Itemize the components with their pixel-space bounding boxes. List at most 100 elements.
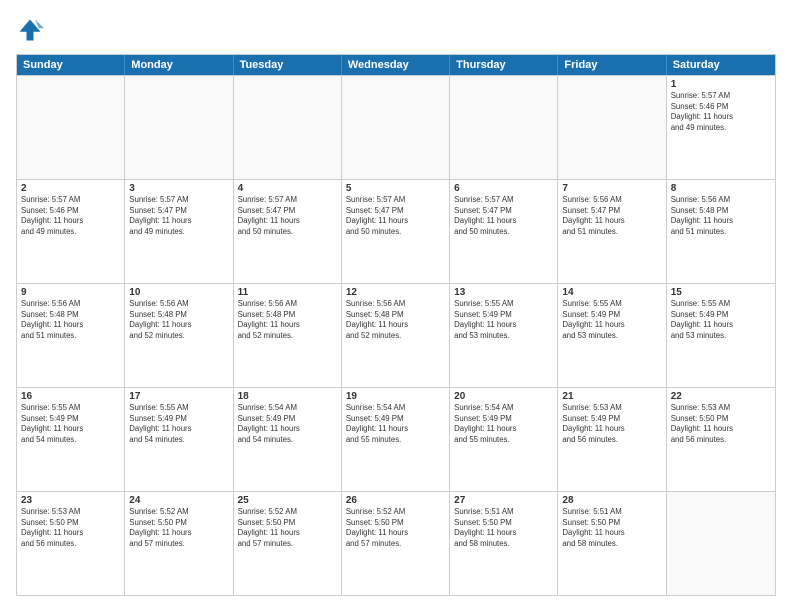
calendar-cell: 23Sunrise: 5:53 AMSunset: 5:50 PMDayligh…: [17, 492, 125, 595]
calendar-cell: 9Sunrise: 5:56 AMSunset: 5:48 PMDaylight…: [17, 284, 125, 387]
day-info: Sunrise: 5:57 AMSunset: 5:47 PMDaylight:…: [454, 195, 553, 237]
day-number: 8: [671, 183, 771, 194]
calendar-cell: 16Sunrise: 5:55 AMSunset: 5:49 PMDayligh…: [17, 388, 125, 491]
day-info: Sunrise: 5:56 AMSunset: 5:47 PMDaylight:…: [562, 195, 661, 237]
day-number: 18: [238, 391, 337, 402]
calendar-cell: 8Sunrise: 5:56 AMSunset: 5:48 PMDaylight…: [667, 180, 775, 283]
calendar-cell: [342, 76, 450, 179]
calendar-cell: [450, 76, 558, 179]
calendar-cell: 3Sunrise: 5:57 AMSunset: 5:47 PMDaylight…: [125, 180, 233, 283]
calendar-cell: 17Sunrise: 5:55 AMSunset: 5:49 PMDayligh…: [125, 388, 233, 491]
calendar-cell: 12Sunrise: 5:56 AMSunset: 5:48 PMDayligh…: [342, 284, 450, 387]
calendar-cell: 26Sunrise: 5:52 AMSunset: 5:50 PMDayligh…: [342, 492, 450, 595]
day-info: Sunrise: 5:55 AMSunset: 5:49 PMDaylight:…: [129, 403, 228, 445]
calendar-cell: 18Sunrise: 5:54 AMSunset: 5:49 PMDayligh…: [234, 388, 342, 491]
calendar-cell: 7Sunrise: 5:56 AMSunset: 5:47 PMDaylight…: [558, 180, 666, 283]
calendar-cell: [234, 76, 342, 179]
calendar-cell: 14Sunrise: 5:55 AMSunset: 5:49 PMDayligh…: [558, 284, 666, 387]
calendar-cell: 4Sunrise: 5:57 AMSunset: 5:47 PMDaylight…: [234, 180, 342, 283]
calendar-cell: 25Sunrise: 5:52 AMSunset: 5:50 PMDayligh…: [234, 492, 342, 595]
day-info: Sunrise: 5:56 AMSunset: 5:48 PMDaylight:…: [21, 299, 120, 341]
calendar-cell: 2Sunrise: 5:57 AMSunset: 5:46 PMDaylight…: [17, 180, 125, 283]
day-info: Sunrise: 5:57 AMSunset: 5:47 PMDaylight:…: [346, 195, 445, 237]
day-number: 11: [238, 287, 337, 298]
day-number: 14: [562, 287, 661, 298]
calendar-cell: 11Sunrise: 5:56 AMSunset: 5:48 PMDayligh…: [234, 284, 342, 387]
header-day-monday: Monday: [125, 55, 233, 75]
day-info: Sunrise: 5:56 AMSunset: 5:48 PMDaylight:…: [129, 299, 228, 341]
calendar-cell: 22Sunrise: 5:53 AMSunset: 5:50 PMDayligh…: [667, 388, 775, 491]
calendar-cell: 6Sunrise: 5:57 AMSunset: 5:47 PMDaylight…: [450, 180, 558, 283]
day-number: 22: [671, 391, 771, 402]
calendar-cell: [667, 492, 775, 595]
day-number: 26: [346, 495, 445, 506]
calendar-cell: [558, 76, 666, 179]
day-number: 25: [238, 495, 337, 506]
calendar: SundayMondayTuesdayWednesdayThursdayFrid…: [16, 54, 776, 596]
day-info: Sunrise: 5:53 AMSunset: 5:50 PMDaylight:…: [21, 507, 120, 549]
calendar-cell: 19Sunrise: 5:54 AMSunset: 5:49 PMDayligh…: [342, 388, 450, 491]
day-number: 15: [671, 287, 771, 298]
calendar-header: SundayMondayTuesdayWednesdayThursdayFrid…: [17, 55, 775, 75]
day-info: Sunrise: 5:55 AMSunset: 5:49 PMDaylight:…: [21, 403, 120, 445]
calendar-row-1: 1Sunrise: 5:57 AMSunset: 5:46 PMDaylight…: [17, 75, 775, 179]
day-number: 16: [21, 391, 120, 402]
day-number: 9: [21, 287, 120, 298]
calendar-row-5: 23Sunrise: 5:53 AMSunset: 5:50 PMDayligh…: [17, 491, 775, 595]
calendar-row-4: 16Sunrise: 5:55 AMSunset: 5:49 PMDayligh…: [17, 387, 775, 491]
day-number: 17: [129, 391, 228, 402]
day-info: Sunrise: 5:56 AMSunset: 5:48 PMDaylight:…: [346, 299, 445, 341]
calendar-cell: 20Sunrise: 5:54 AMSunset: 5:49 PMDayligh…: [450, 388, 558, 491]
day-number: 10: [129, 287, 228, 298]
day-number: 7: [562, 183, 661, 194]
day-number: 24: [129, 495, 228, 506]
calendar-cell: 1Sunrise: 5:57 AMSunset: 5:46 PMDaylight…: [667, 76, 775, 179]
day-number: 27: [454, 495, 553, 506]
day-info: Sunrise: 5:54 AMSunset: 5:49 PMDaylight:…: [346, 403, 445, 445]
calendar-cell: 24Sunrise: 5:52 AMSunset: 5:50 PMDayligh…: [125, 492, 233, 595]
day-number: 2: [21, 183, 120, 194]
day-info: Sunrise: 5:51 AMSunset: 5:50 PMDaylight:…: [454, 507, 553, 549]
header-day-thursday: Thursday: [450, 55, 558, 75]
day-number: 20: [454, 391, 553, 402]
calendar-cell: 21Sunrise: 5:53 AMSunset: 5:49 PMDayligh…: [558, 388, 666, 491]
day-info: Sunrise: 5:51 AMSunset: 5:50 PMDaylight:…: [562, 507, 661, 549]
page: SundayMondayTuesdayWednesdayThursdayFrid…: [0, 0, 792, 612]
header-day-wednesday: Wednesday: [342, 55, 450, 75]
calendar-cell: 28Sunrise: 5:51 AMSunset: 5:50 PMDayligh…: [558, 492, 666, 595]
day-number: 1: [671, 79, 771, 90]
header-day-sunday: Sunday: [17, 55, 125, 75]
calendar-row-2: 2Sunrise: 5:57 AMSunset: 5:46 PMDaylight…: [17, 179, 775, 283]
day-number: 13: [454, 287, 553, 298]
day-info: Sunrise: 5:57 AMSunset: 5:46 PMDaylight:…: [21, 195, 120, 237]
day-number: 12: [346, 287, 445, 298]
day-info: Sunrise: 5:57 AMSunset: 5:47 PMDaylight:…: [238, 195, 337, 237]
day-number: 21: [562, 391, 661, 402]
calendar-cell: 15Sunrise: 5:55 AMSunset: 5:49 PMDayligh…: [667, 284, 775, 387]
day-number: 4: [238, 183, 337, 194]
calendar-cell: [17, 76, 125, 179]
day-info: Sunrise: 5:56 AMSunset: 5:48 PMDaylight:…: [671, 195, 771, 237]
day-info: Sunrise: 5:55 AMSunset: 5:49 PMDaylight:…: [671, 299, 771, 341]
day-number: 6: [454, 183, 553, 194]
calendar-cell: 13Sunrise: 5:55 AMSunset: 5:49 PMDayligh…: [450, 284, 558, 387]
day-number: 3: [129, 183, 228, 194]
day-info: Sunrise: 5:52 AMSunset: 5:50 PMDaylight:…: [346, 507, 445, 549]
calendar-cell: 5Sunrise: 5:57 AMSunset: 5:47 PMDaylight…: [342, 180, 450, 283]
day-info: Sunrise: 5:57 AMSunset: 5:46 PMDaylight:…: [671, 91, 771, 133]
logo: [16, 16, 48, 44]
day-info: Sunrise: 5:52 AMSunset: 5:50 PMDaylight:…: [129, 507, 228, 549]
calendar-cell: [125, 76, 233, 179]
day-number: 19: [346, 391, 445, 402]
day-number: 28: [562, 495, 661, 506]
calendar-cell: 10Sunrise: 5:56 AMSunset: 5:48 PMDayligh…: [125, 284, 233, 387]
header-day-friday: Friday: [558, 55, 666, 75]
day-info: Sunrise: 5:54 AMSunset: 5:49 PMDaylight:…: [454, 403, 553, 445]
day-info: Sunrise: 5:56 AMSunset: 5:48 PMDaylight:…: [238, 299, 337, 341]
calendar-row-3: 9Sunrise: 5:56 AMSunset: 5:48 PMDaylight…: [17, 283, 775, 387]
header: [16, 16, 776, 44]
day-info: Sunrise: 5:53 AMSunset: 5:49 PMDaylight:…: [562, 403, 661, 445]
header-day-saturday: Saturday: [667, 55, 775, 75]
calendar-body: 1Sunrise: 5:57 AMSunset: 5:46 PMDaylight…: [17, 75, 775, 595]
calendar-cell: 27Sunrise: 5:51 AMSunset: 5:50 PMDayligh…: [450, 492, 558, 595]
